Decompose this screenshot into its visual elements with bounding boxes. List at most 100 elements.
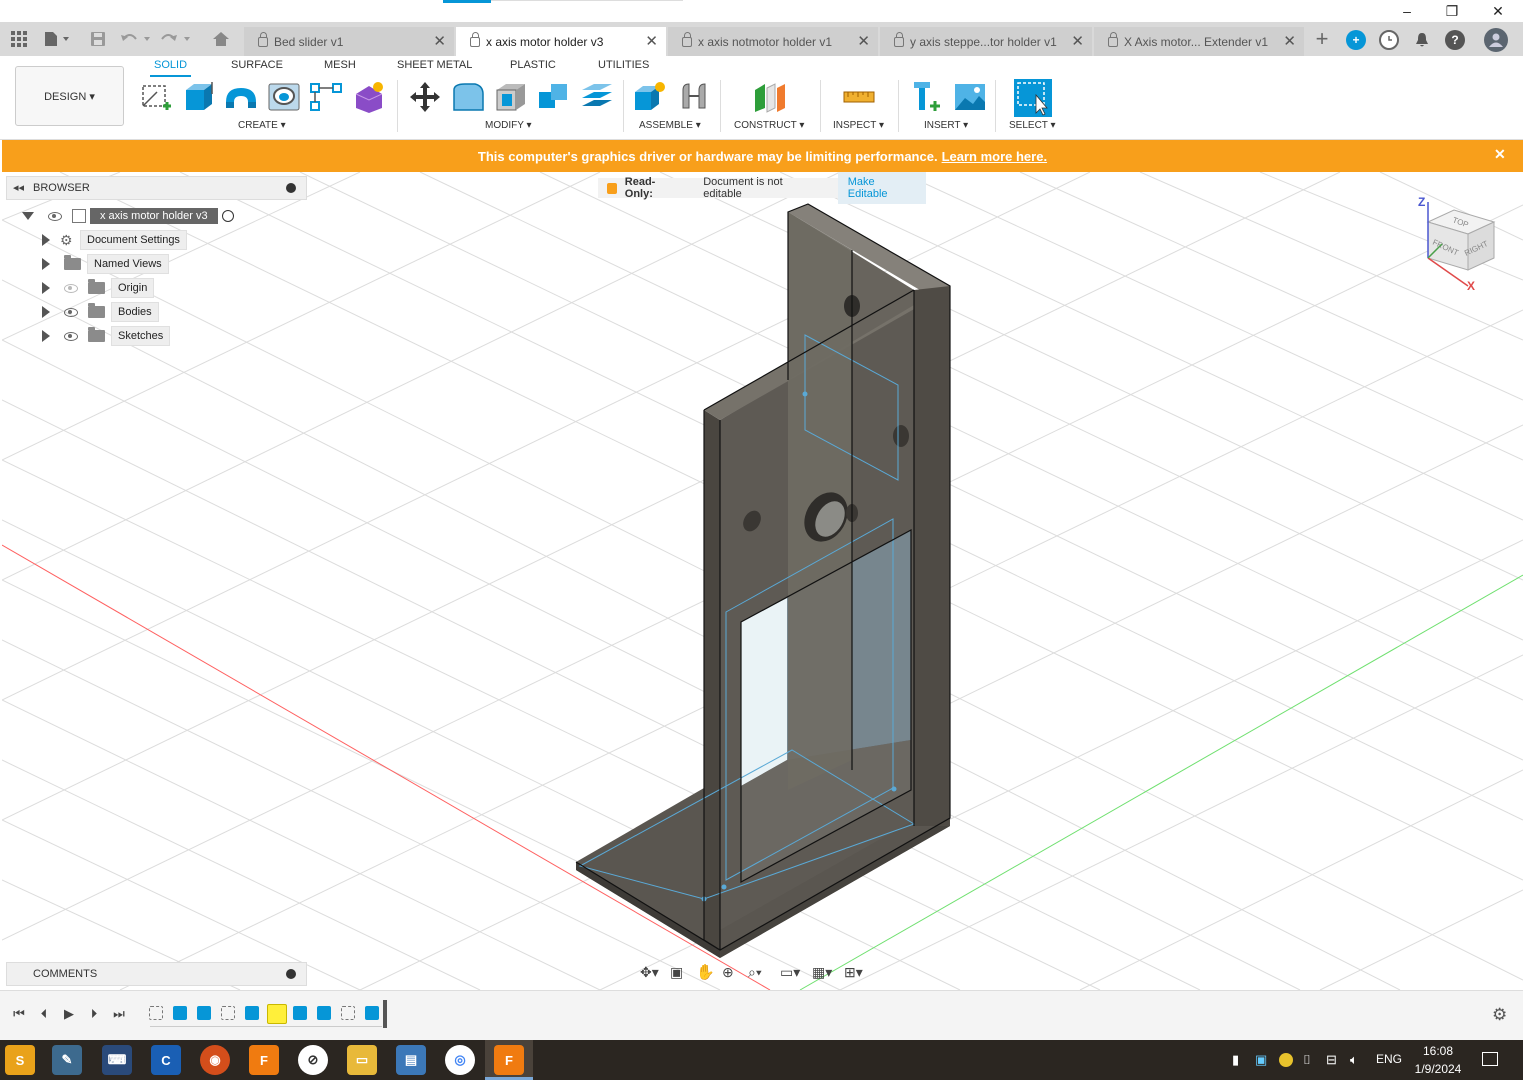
- expand-arrow-icon[interactable]: [42, 306, 50, 318]
- home-icon[interactable]: [210, 28, 232, 50]
- timeline-extrude-icon[interactable]: [365, 1006, 379, 1020]
- fusion360-icon[interactable]: F: [249, 1045, 279, 1075]
- file-explorer-icon[interactable]: ▭: [347, 1045, 377, 1075]
- timeline-sketch-selected-icon[interactable]: [267, 1004, 287, 1024]
- comments-panel-header[interactable]: COMMENTS: [6, 962, 307, 986]
- avatar[interactable]: [1484, 28, 1508, 52]
- notification-center-icon[interactable]: [1482, 1052, 1498, 1066]
- expand-arrow-icon[interactable]: [42, 282, 50, 294]
- insert-canvas-icon[interactable]: [953, 80, 987, 114]
- browser-item-origin[interactable]: Origin: [42, 277, 155, 299]
- extensions-icon[interactable]: +: [1346, 30, 1366, 50]
- fillet-icon[interactable]: [451, 80, 485, 114]
- timeline-extrude-icon[interactable]: [317, 1006, 331, 1020]
- select-icon[interactable]: [1014, 79, 1052, 117]
- timeline-sketch-icon[interactable]: [221, 1006, 235, 1020]
- grid-settings-icon[interactable]: ▦▾: [812, 964, 844, 981]
- design-workspace-button[interactable]: DESIGN ▾: [15, 66, 124, 126]
- collapse-panel-icon[interactable]: ◂◂: [13, 181, 24, 194]
- tab-solid[interactable]: SOLID: [150, 59, 192, 77]
- tab-utilities[interactable]: UTILITIES: [594, 59, 653, 77]
- timeline-sketch-icon[interactable]: [341, 1006, 355, 1020]
- tab-x-axis-motor-holder[interactable]: x axis motor holder v3 ✕: [456, 27, 666, 56]
- browser-root[interactable]: x axis motor holder v3: [22, 205, 262, 227]
- app-c-icon[interactable]: C: [151, 1045, 181, 1075]
- combine-icon[interactable]: [537, 80, 571, 114]
- tab-close-icon[interactable]: ✕: [1283, 32, 1296, 50]
- timeline-settings-gear-icon[interactable]: ⚙: [1492, 1005, 1507, 1025]
- create-form-icon[interactable]: [352, 80, 386, 114]
- revolve-icon[interactable]: [224, 80, 258, 114]
- tab-plastic[interactable]: PLASTIC: [506, 59, 560, 77]
- measure-icon[interactable]: [842, 80, 876, 114]
- viewport-canvas[interactable]: [2, 172, 1523, 990]
- minimize-button[interactable]: –: [1384, 0, 1430, 22]
- tab-close-icon[interactable]: ✕: [645, 32, 658, 50]
- eye-icon[interactable]: [64, 331, 78, 341]
- clock-time[interactable]: 16:08: [1415, 1044, 1461, 1058]
- save-icon[interactable]: [88, 28, 108, 50]
- create-menu[interactable]: CREATE ▾: [238, 120, 286, 131]
- select-menu[interactable]: SELECT ▾: [1009, 120, 1056, 131]
- timeline-extrude-icon[interactable]: [197, 1006, 211, 1020]
- insert-menu[interactable]: INSERT ▾: [924, 120, 968, 131]
- tab-close-icon[interactable]: ✕: [433, 32, 446, 50]
- file-menu-icon[interactable]: [40, 28, 74, 50]
- create-sketch-icon[interactable]: [139, 80, 173, 114]
- collapse-arrow-icon[interactable]: [22, 212, 34, 220]
- timeline-extrude-icon[interactable]: [245, 1006, 259, 1020]
- clock-date[interactable]: 1/9/2024: [1410, 1062, 1466, 1076]
- insert-derive-icon[interactable]: [910, 80, 944, 114]
- move-icon[interactable]: [408, 80, 442, 114]
- eye-hidden-icon[interactable]: [64, 283, 78, 293]
- pan-icon[interactable]: ✋: [696, 963, 722, 981]
- assemble-menu[interactable]: ASSEMBLE ▾: [639, 120, 701, 131]
- fusion360-active-icon[interactable]: F: [494, 1045, 524, 1075]
- timeline-extrude-icon[interactable]: [293, 1006, 307, 1020]
- modify-menu[interactable]: MODIFY ▾: [485, 120, 532, 131]
- redo-icon[interactable]: [158, 28, 192, 50]
- look-at-icon[interactable]: ▣: [670, 964, 696, 981]
- tab-sheet-metal[interactable]: SHEET METAL: [393, 59, 476, 77]
- remote-desktop-icon[interactable]: ▤: [396, 1045, 426, 1075]
- help-icon[interactable]: ?: [1445, 30, 1465, 50]
- new-component-icon[interactable]: [633, 80, 667, 114]
- make-editable-button[interactable]: Make Editable: [837, 172, 926, 204]
- tray-volume-icon[interactable]: 🔈︎: [1350, 1052, 1358, 1068]
- tab-surface[interactable]: SURFACE: [227, 59, 287, 77]
- joint-icon[interactable]: [677, 80, 711, 114]
- tray-app-icon[interactable]: [1279, 1053, 1293, 1067]
- tab-x-axis-motor-extender[interactable]: X Axis motor... Extender v1 ✕: [1094, 27, 1304, 56]
- view-cube[interactable]: TOP FRONT RIGHT Z X: [1412, 192, 1508, 293]
- eye-icon[interactable]: [48, 211, 62, 221]
- paint-icon[interactable]: ✎: [52, 1045, 82, 1075]
- offset-plane-icon[interactable]: [753, 80, 787, 114]
- eye-icon[interactable]: [64, 307, 78, 317]
- zoom-icon[interactable]: ⊕: [722, 964, 748, 981]
- construct-menu[interactable]: CONSTRUCT ▾: [734, 120, 804, 131]
- browser-item-sketches[interactable]: Sketches: [42, 325, 171, 347]
- job-status-icon[interactable]: [1379, 30, 1399, 50]
- go-to-end-icon[interactable]: ⏭: [111, 1006, 127, 1022]
- fit-icon[interactable]: ⌕▾: [748, 964, 780, 981]
- app-s-icon[interactable]: S: [5, 1045, 35, 1075]
- go-to-start-icon[interactable]: ⏮: [11, 1006, 27, 1022]
- tab-y-axis-stepper-holder[interactable]: y axis steppe...tor holder v1 ✕: [880, 27, 1092, 56]
- banner-close-button[interactable]: ✕: [1494, 146, 1506, 163]
- timeline-sketch-icon[interactable]: [149, 1006, 163, 1020]
- tab-close-icon[interactable]: ✕: [857, 32, 870, 50]
- restore-button[interactable]: ❐: [1429, 0, 1475, 22]
- expand-arrow-icon[interactable]: [42, 234, 50, 246]
- expand-arrow-icon[interactable]: [42, 330, 50, 342]
- chrome-icon[interactable]: ◎: [445, 1045, 475, 1075]
- step-forward-icon[interactable]: ⏵: [86, 1006, 102, 1022]
- tray-security-icon[interactable]: ▣: [1255, 1052, 1267, 1068]
- browser-item-bodies[interactable]: Bodies: [42, 301, 159, 323]
- tab-close-icon[interactable]: ✕: [1071, 32, 1084, 50]
- tab-bed-slider[interactable]: Bed slider v1 ✕: [244, 27, 454, 56]
- notifications-icon[interactable]: [1412, 30, 1432, 50]
- tab-x-axis-notmotor-holder[interactable]: x axis notmotor holder v1 ✕: [668, 27, 878, 56]
- network-app-icon[interactable]: ⌨: [102, 1045, 132, 1075]
- duckduckgo-icon[interactable]: ◉: [200, 1045, 230, 1075]
- new-tab-button[interactable]: +: [1310, 26, 1334, 51]
